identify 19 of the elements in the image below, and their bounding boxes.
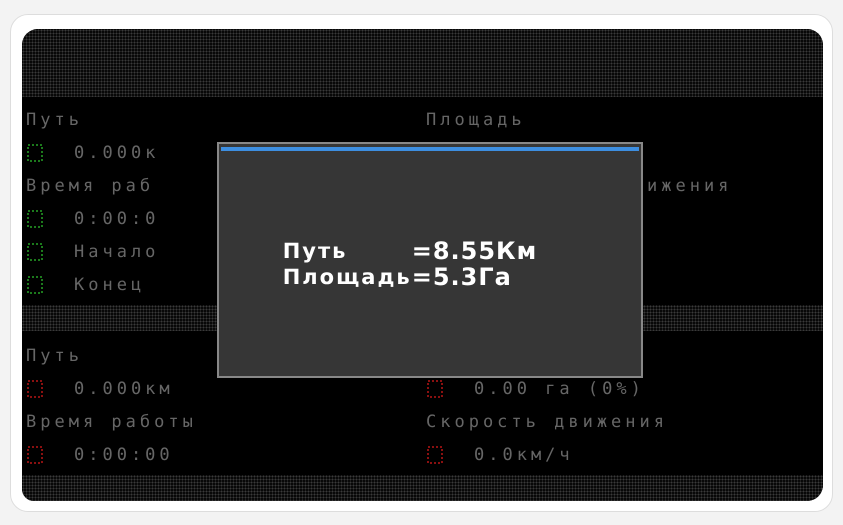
field-label: Время работы [26, 412, 197, 432]
value-text: 0.000к [74, 142, 160, 162]
result-label: Площадь [282, 264, 412, 290]
field-label: Время раб [26, 176, 154, 196]
field-label: Площадь [426, 110, 526, 130]
field-label: ижения [647, 176, 732, 196]
field-label: Скорость движения [426, 412, 668, 432]
result-value: =5.3Га [412, 264, 513, 290]
value-text: 0.00 га (0%) [474, 378, 645, 398]
result-label: Путь [282, 238, 348, 264]
value-text: Начало [74, 242, 160, 262]
value-text: 0:00:00 [74, 444, 174, 464]
result-value: =8.55Км [412, 238, 538, 264]
value-text: 0.000км [74, 378, 174, 398]
field-label: Путь [26, 346, 83, 366]
value-text: 0:00:0 [74, 208, 160, 228]
value-text: Конец [74, 274, 146, 294]
field-label: Путь [26, 110, 83, 130]
value-text: 0.0км/ч [474, 444, 574, 464]
